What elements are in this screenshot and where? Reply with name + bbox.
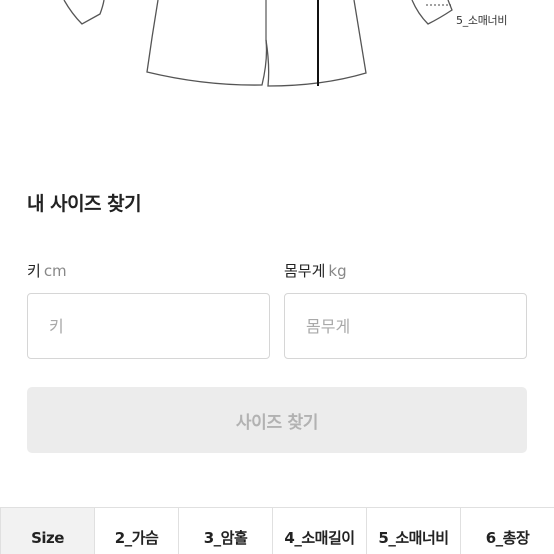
height-field-label: 키 cm — [27, 260, 67, 281]
height-unit: cm — [43, 262, 67, 280]
column-header-sleeve-width: 5_소매너비 — [366, 507, 461, 554]
sleeve-width-label: 5_소매너비 — [456, 14, 508, 27]
weight-field-label: 몸무게 kg — [284, 260, 347, 281]
size-finder-page: 5_소매너비 내 사이즈 찾기 키cm 몸무게kg 사이즈 찾기 Size 2_… — [0, 0, 554, 554]
section-title: 내 사이즈 찾기 — [27, 193, 142, 215]
column-header-sleeve-length: 4_소매길이 — [272, 507, 367, 554]
column-header-total-length: 6_총장 — [460, 507, 554, 554]
size-table-header-row: Size 2_가슴 3_암홀 4_소매길이 5_소매너비 6_총장 — [0, 507, 554, 554]
column-header-size: Size — [0, 507, 95, 554]
column-header-chest: 2_가슴 — [94, 507, 179, 554]
column-header-armhole: 3_암홀 — [178, 507, 273, 554]
height-input[interactable] — [27, 293, 270, 359]
weight-input[interactable] — [284, 293, 527, 359]
find-size-button[interactable]: 사이즈 찾기 — [27, 387, 527, 453]
height-label-text: 키 — [27, 262, 41, 280]
garment-measurement-diagram: 5_소매너비 — [0, 0, 554, 120]
size-table: Size 2_가슴 3_암홀 4_소매길이 5_소매너비 6_총장 — [0, 507, 554, 554]
weight-unit: kg — [328, 262, 347, 280]
weight-label-text: 몸무게 — [284, 262, 326, 280]
